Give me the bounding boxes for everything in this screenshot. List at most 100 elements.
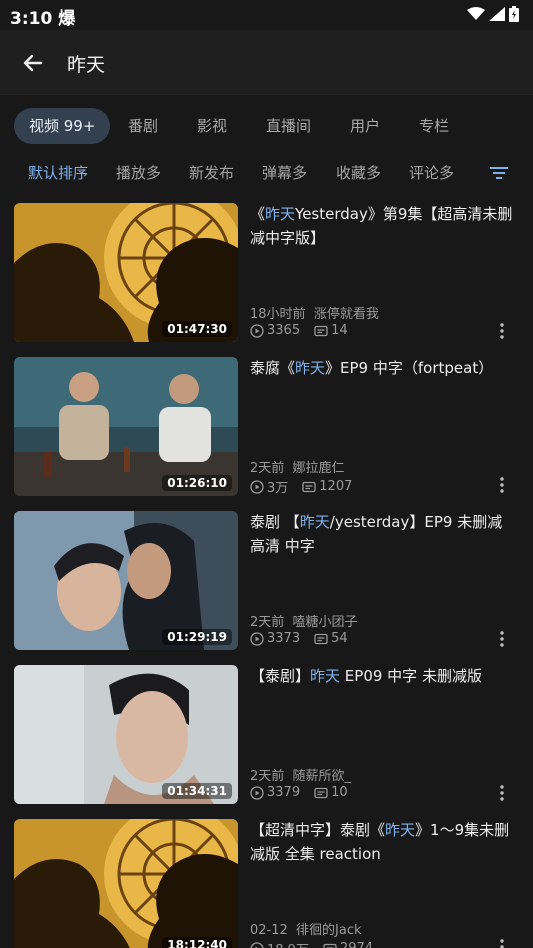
- video-stats: 18.9万 2974: [250, 939, 373, 948]
- uploader-name[interactable]: 娜拉鹿仁: [293, 461, 345, 476]
- more-vertical-icon: [500, 477, 504, 493]
- back-button[interactable]: [18, 48, 48, 78]
- video-title[interactable]: 《昨天Yesterday》第9集【超高清未删减中字版】: [250, 202, 516, 250]
- sort-newest[interactable]: 新发布: [189, 162, 234, 183]
- play-count: 18.9万: [267, 939, 309, 948]
- tab-live[interactable]: 直播间: [266, 108, 311, 144]
- video-thumbnail[interactable]: 01:26:10: [14, 357, 238, 496]
- danmaku-icon: [314, 633, 328, 644]
- video-thumbnail[interactable]: 01:29:19: [14, 511, 238, 650]
- video-stats: 3365 14: [250, 323, 348, 338]
- more-options-button[interactable]: [494, 476, 510, 494]
- search-header: 昨天: [0, 30, 533, 94]
- tab-video[interactable]: 视频 99+: [14, 108, 111, 144]
- search-query[interactable]: 昨天: [67, 50, 105, 77]
- video-item[interactable]: 01:29:19 泰剧 【昨天/yesterday】EP9 未删减 高清 中字 2天…: [0, 508, 533, 650]
- play-count-icon: [250, 479, 264, 494]
- more-options-button[interactable]: [494, 322, 510, 340]
- sort-bar: 默认排序 播放多 新发布 弹幕多 收藏多 评论多: [0, 156, 533, 188]
- uploader-name[interactable]: 涨停就看我: [314, 307, 379, 322]
- title-keyword-highlight: 昨天: [265, 205, 296, 223]
- title-text: 《: [250, 205, 266, 223]
- duration-badge: 01:47:30: [162, 321, 232, 337]
- tab-article[interactable]: 专栏: [419, 108, 449, 144]
- play-count-icon: [250, 631, 264, 646]
- upload-time: 18小时前: [250, 307, 306, 322]
- video-title[interactable]: 泰剧 【昨天/yesterday】EP9 未删减 高清 中字: [250, 510, 516, 558]
- more-vertical-icon: [500, 785, 504, 801]
- title-keyword-highlight: 昨天: [385, 821, 416, 839]
- title-text: 泰腐《: [250, 359, 296, 377]
- upload-meta: 18小时前 涨停就看我: [250, 303, 379, 322]
- title-text: 【泰剧】: [250, 667, 311, 685]
- play-count: 3365: [267, 323, 301, 338]
- video-item[interactable]: 01:34:31 【泰剧】昨天 EP09 中字 未删减版 2天前 随薪所欲_ 3379…: [0, 662, 533, 804]
- signal-icon: [489, 7, 505, 21]
- video-thumbnail[interactable]: 01:34:31: [14, 665, 238, 804]
- video-item[interactable]: 01:47:30 《昨天Yesterday》第9集【超高清未删减中字版】 18小时前…: [0, 200, 533, 342]
- video-title[interactable]: 【泰剧】昨天 EP09 中字 未删减版: [250, 664, 516, 688]
- video-title[interactable]: 泰腐《昨天》EP9 中字（fortpeat）: [250, 356, 516, 380]
- title-text: 泰剧 【: [250, 513, 300, 531]
- more-vertical-icon: [500, 939, 504, 948]
- more-options-button[interactable]: [494, 630, 510, 648]
- video-thumbnail[interactable]: 18:12:40: [14, 819, 238, 948]
- more-options-button[interactable]: [494, 784, 510, 802]
- divider: [0, 94, 533, 95]
- uploader-name[interactable]: 随薪所欲_: [293, 769, 352, 784]
- duration-badge: 01:26:10: [162, 475, 232, 491]
- sort-most-danmaku[interactable]: 弹幕多: [262, 162, 307, 183]
- battery-icon: [509, 6, 519, 22]
- more-vertical-icon: [500, 323, 504, 339]
- upload-time: 02-12: [250, 923, 288, 938]
- uploader-name[interactable]: 嗑糖小团子: [293, 615, 358, 630]
- danmaku-icon: [314, 325, 328, 336]
- upload-meta: 2天前 随薪所欲_: [250, 765, 351, 784]
- danmaku-count: 10: [331, 785, 348, 800]
- play-count: 3379: [267, 785, 301, 800]
- tab-film-tv[interactable]: 影视: [197, 108, 227, 144]
- upload-meta: 2天前 嗑糖小团子: [250, 611, 358, 630]
- video-stats: 3万 1207: [250, 477, 352, 496]
- wifi-icon: [467, 7, 485, 20]
- play-count: 3373: [267, 631, 301, 646]
- danmaku-count: 1207: [319, 479, 353, 494]
- status-time: 3:10 爆: [10, 9, 76, 29]
- title-keyword-highlight: 昨天: [299, 513, 330, 531]
- sort-most-played[interactable]: 播放多: [116, 162, 161, 183]
- tab-bangumi[interactable]: 番剧: [128, 108, 158, 144]
- upload-time: 2天前: [250, 769, 285, 784]
- video-thumbnail[interactable]: 01:47:30: [14, 203, 238, 342]
- play-count-icon: [250, 785, 264, 800]
- sort-most-comments[interactable]: 评论多: [409, 162, 454, 183]
- filter-button[interactable]: [488, 164, 512, 182]
- uploader-name[interactable]: 徘徊的Jack: [296, 923, 361, 938]
- danmaku-count: 14: [331, 323, 348, 338]
- more-vertical-icon: [500, 631, 504, 647]
- status-icons: [467, 6, 519, 22]
- more-options-button[interactable]: [494, 938, 510, 948]
- video-item[interactable]: 01:26:10 泰腐《昨天》EP9 中字（fortpeat） 2天前 娜拉鹿仁 3万…: [0, 354, 533, 496]
- danmaku-count: 54: [331, 631, 348, 646]
- upload-time: 2天前: [250, 615, 285, 630]
- video-item[interactable]: 18:12:40 【超清中字】泰剧《昨天》1～9集未删减版 全集 reaction…: [0, 816, 533, 948]
- title-text: 【超清中字】泰剧《: [250, 821, 386, 839]
- sort-most-favorited[interactable]: 收藏多: [336, 162, 381, 183]
- upload-meta: 02-12 徘徊的Jack: [250, 919, 362, 938]
- duration-badge: 18:12:40: [162, 937, 232, 948]
- upload-meta: 2天前 娜拉鹿仁: [250, 457, 345, 476]
- arrow-left-icon: [23, 54, 43, 72]
- duration-badge: 01:29:19: [162, 629, 232, 645]
- sort-default[interactable]: 默认排序: [28, 162, 88, 183]
- play-count-icon: [250, 941, 264, 948]
- status-bar: 3:10 爆: [0, 0, 533, 30]
- video-stats: 3379 10: [250, 785, 348, 800]
- upload-time: 2天前: [250, 461, 285, 476]
- play-count: 3万: [267, 481, 289, 496]
- danmaku-icon: [323, 943, 337, 948]
- tab-user[interactable]: 用户: [350, 108, 380, 144]
- title-text: 》EP9 中字（fortpeat）: [325, 359, 494, 377]
- title-text: EP09 中字 未删减版: [340, 667, 482, 685]
- video-title[interactable]: 【超清中字】泰剧《昨天》1～9集未删减版 全集 reaction: [250, 818, 516, 866]
- title-keyword-highlight: 昨天: [295, 359, 326, 377]
